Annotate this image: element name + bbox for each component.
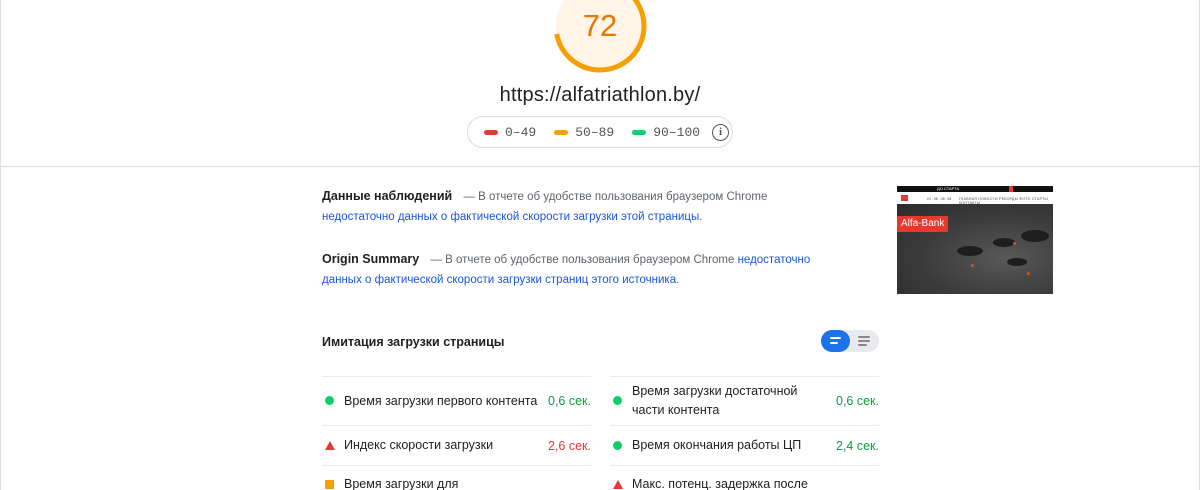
thumbnail-badge: Alfa-Bank	[897, 216, 949, 232]
metric-status-icon	[322, 480, 344, 490]
metric-status-icon	[322, 440, 344, 451]
legend-label: 0–49	[505, 124, 537, 140]
field-data-link[interactable]: недостаточно данных о фактической скорос…	[322, 211, 699, 223]
metric-status-icon	[610, 480, 632, 490]
metric-label: Время загрузки для	[344, 477, 459, 490]
origin-summary-section: Origin Summary — В отчете об удобстве по…	[322, 249, 842, 290]
metrics-column-right: Время загрузки достаточной части контент…	[610, 376, 879, 490]
metrics-column-left: Время загрузки первого контента 0,6 сек.…	[322, 376, 591, 490]
metric-label: Индекс скорости загрузки	[344, 438, 494, 452]
metric-row: Время загрузки первого контента 0,6 сек.	[322, 376, 591, 425]
performance-score: 72	[582, 8, 618, 43]
swimmer-shape	[993, 238, 1015, 247]
view-toggle[interactable]	[821, 330, 879, 352]
compact-view-icon[interactable]	[821, 330, 850, 352]
legend-dash-orange	[554, 129, 569, 135]
legend-item-average: 50–89	[554, 125, 614, 140]
metric-label: Время загрузки первого контента	[344, 393, 538, 408]
page-screenshot-thumbnail: ДО СТАРТА 21 : 06 : 08 : 55 ГЛАВНАЯ НОВО…	[897, 186, 1053, 294]
metric-status-icon	[322, 396, 344, 406]
legend-dash-green	[632, 129, 647, 135]
info-icon[interactable]: i	[712, 123, 730, 141]
thumbnail-logo	[901, 195, 908, 201]
legend-label: 50–89	[575, 124, 615, 140]
legend-dash-red	[484, 129, 498, 135]
thumbnail-menu: ГЛАВНАЯ НОВОСТИ РЕКОРДЫ ФОТО СТАРТЫ КОНТ…	[959, 197, 1048, 205]
metric-value: 2,4 сек.	[836, 438, 879, 453]
swimmer-shape	[1007, 258, 1027, 266]
metric-row: Время загрузки для	[322, 465, 591, 490]
metric-status-icon	[610, 396, 632, 406]
page-url: https://alfatriathlon.by/	[499, 84, 701, 106]
swim-cap	[971, 264, 974, 267]
field-data-title: Данные наблюдений	[322, 189, 453, 203]
metric-label: Макс. потенц. задержка после	[632, 477, 808, 490]
score-legend: 0–49 50–89 90–100 i	[467, 116, 733, 148]
metric-row: Время окончания работы ЦП 2,4 сек.	[610, 425, 879, 465]
metric-value: 0,6 сек.	[836, 394, 879, 408]
swimmer-shape	[1021, 230, 1049, 242]
field-data-suffix: .	[699, 211, 703, 223]
metric-row: Макс. потенц. задержка после	[610, 465, 879, 490]
field-data-text: — В отчете об удобстве пользования брауз…	[463, 191, 768, 203]
swimmer-shape	[957, 246, 983, 256]
origin-summary-title: Origin Summary	[322, 252, 420, 266]
legend-item-fail: 0–49	[484, 125, 536, 140]
metric-status-icon	[610, 440, 632, 451]
origin-summary-text: — В отчете об удобстве пользования брауз…	[430, 254, 735, 266]
swim-cap	[1013, 242, 1016, 245]
section-divider	[0, 166, 1200, 167]
thumbnail-countdown: 21 : 06 : 08 : 55	[927, 197, 952, 201]
legend-label: 90–100	[653, 124, 701, 140]
lab-data-title: Имитация загрузки страницы	[322, 335, 505, 349]
origin-summary-suffix: .	[676, 274, 680, 286]
metric-label: Время загрузки достаточной части контент…	[632, 384, 798, 417]
metric-value: 2,6 сек.	[548, 438, 591, 453]
legend-item-pass: 90–100	[632, 125, 700, 140]
metric-label: Время окончания работы ЦП	[632, 438, 802, 452]
field-data-section: Данные наблюдений — В отчете об удобстве…	[322, 186, 842, 227]
swim-cap	[1027, 272, 1030, 275]
score-gauge: 72	[552, 0, 648, 74]
metric-value: 0,6 сек.	[548, 394, 591, 408]
metric-row: Индекс скорости загрузки 2,6 сек.	[322, 425, 591, 465]
metric-row: Время загрузки достаточной части контент…	[610, 376, 879, 425]
